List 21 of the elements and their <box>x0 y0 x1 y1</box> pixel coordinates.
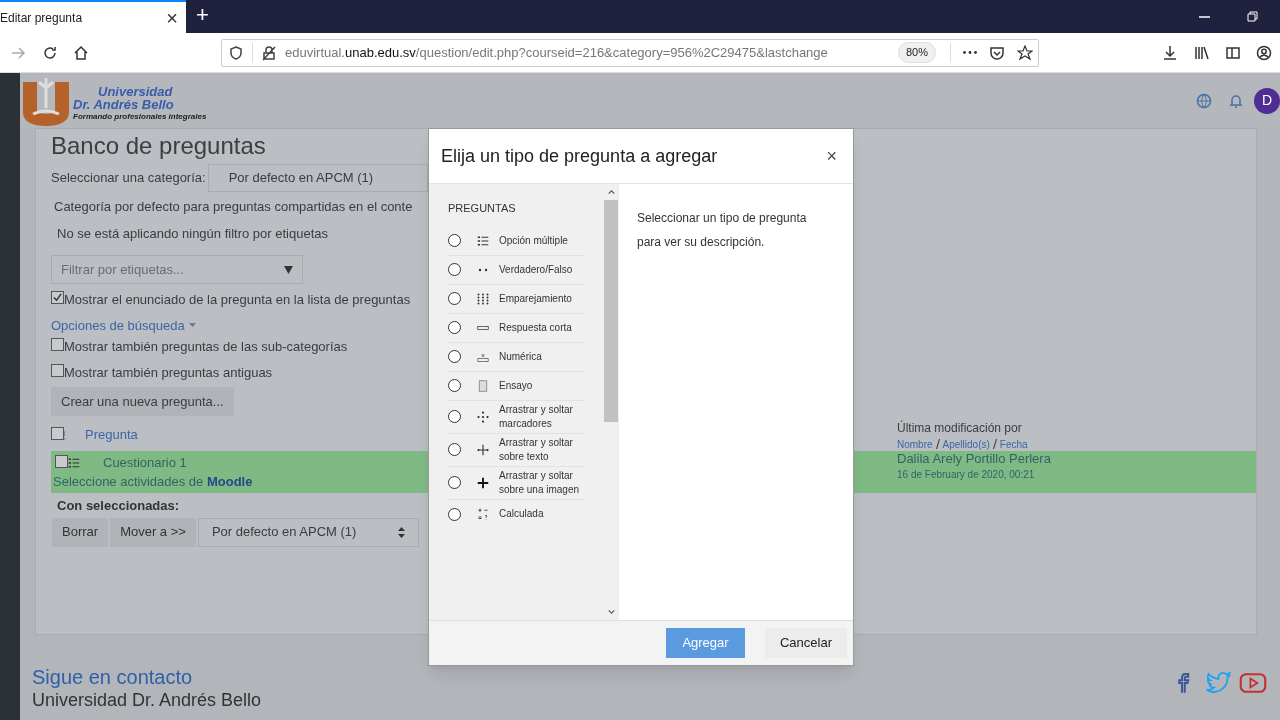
section-heading: PREGUNTAS <box>448 201 517 216</box>
logo-subtitle: Dr. Andrés Bello <box>73 97 175 111</box>
category-label: Seleccionar una categoría: <box>51 169 206 188</box>
logo-tagline: Formando profesionales integrales <box>73 112 207 121</box>
checkbox-label: Mostrar también preguntas antiguas <box>64 363 273 382</box>
url-text: eduvirtual.unab.edu.sv/question/edit.php?courseid=216&category=956%2C29475&lastchange <box>285 43 829 62</box>
modifier-name: Dalila Arely Portillo Perlera <box>897 451 1051 467</box>
checkbox-label: Mostrar también preguntas de las sub-categorías <box>64 338 348 356</box>
description-text: Seleccionar un tipo de pregunta para ver su descripción. <box>636 210 808 251</box>
category-info: Categoría por defecto para preguntas compartidas en el conte <box>54 198 413 216</box>
column-header: Última modificación por <box>897 419 1023 437</box>
modified-date: 16 de February de 2020, 00:21 <box>897 468 1036 482</box>
page-heading: Banco de preguntas <box>51 131 266 161</box>
with-selected-label: Con seleccionadas: <box>57 497 180 515</box>
dialog-title: Elija un tipo de pregunta a agregar <box>441 144 718 168</box>
checkbox-label: Mostrar el enunciado de la pregunta en la lista de preguntas <box>64 291 411 309</box>
question-text: Seleccione actividades de Moodle <box>53 474 253 490</box>
logo-title: Universidad <box>98 84 174 98</box>
footer-org: Universidad Dr. Andrés Bello <box>32 689 262 711</box>
footer-heading: Sigue en contacto <box>32 665 194 689</box>
filter-info: No se está aplicando ningún filtro por etiquetas <box>57 224 328 243</box>
